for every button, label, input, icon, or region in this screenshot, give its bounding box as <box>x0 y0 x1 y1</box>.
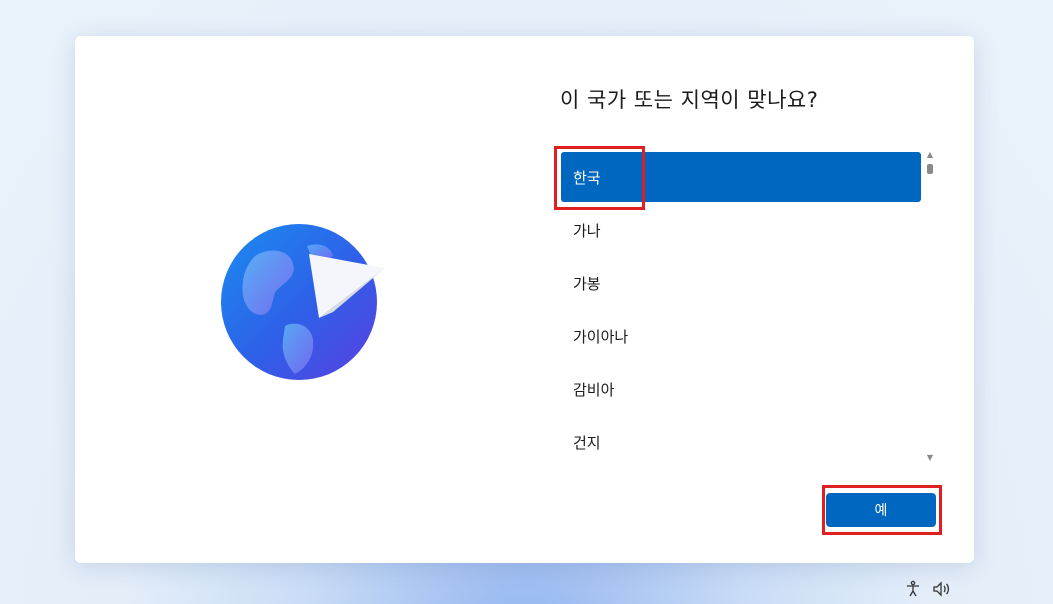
list-item-label: 건지 <box>573 433 601 452</box>
list-item-guyana[interactable]: 가이아나 <box>561 311 921 361</box>
list-item-label: 감비아 <box>573 380 615 399</box>
globe-illustration-icon <box>215 216 395 396</box>
list-item-label: 가나 <box>573 221 601 240</box>
list-item-gambia[interactable]: 감비아 <box>561 364 921 414</box>
list-item-label: 가이아나 <box>573 327 629 346</box>
volume-icon[interactable] <box>932 580 950 598</box>
yes-button[interactable]: 예 <box>826 493 936 527</box>
oobe-dialog: 이 국가 또는 지역이 맞나요? 한국 가나 가봉 가이아나 감비아 건지 ▲ … <box>75 36 974 563</box>
list-item-label: 한국 <box>573 168 601 187</box>
list-item-guernsey[interactable]: 건지 <box>561 417 921 464</box>
list-item-korea[interactable]: 한국 <box>561 152 921 202</box>
list-item-ghana[interactable]: 가나 <box>561 205 921 255</box>
country-list[interactable]: 한국 가나 가봉 가이아나 감비아 건지 <box>555 147 941 464</box>
list-scrollbar[interactable]: ▲ ▼ <box>923 150 937 462</box>
page-title: 이 국가 또는 지역이 맞나요? <box>560 88 819 112</box>
scroll-down-icon[interactable]: ▼ <box>925 453 935 462</box>
scrollbar-thumb[interactable] <box>927 164 933 174</box>
list-item-gabon[interactable]: 가봉 <box>561 258 921 308</box>
scroll-up-icon[interactable]: ▲ <box>925 150 935 159</box>
accessibility-icon[interactable] <box>904 580 922 598</box>
list-item-label: 가봉 <box>573 274 601 293</box>
